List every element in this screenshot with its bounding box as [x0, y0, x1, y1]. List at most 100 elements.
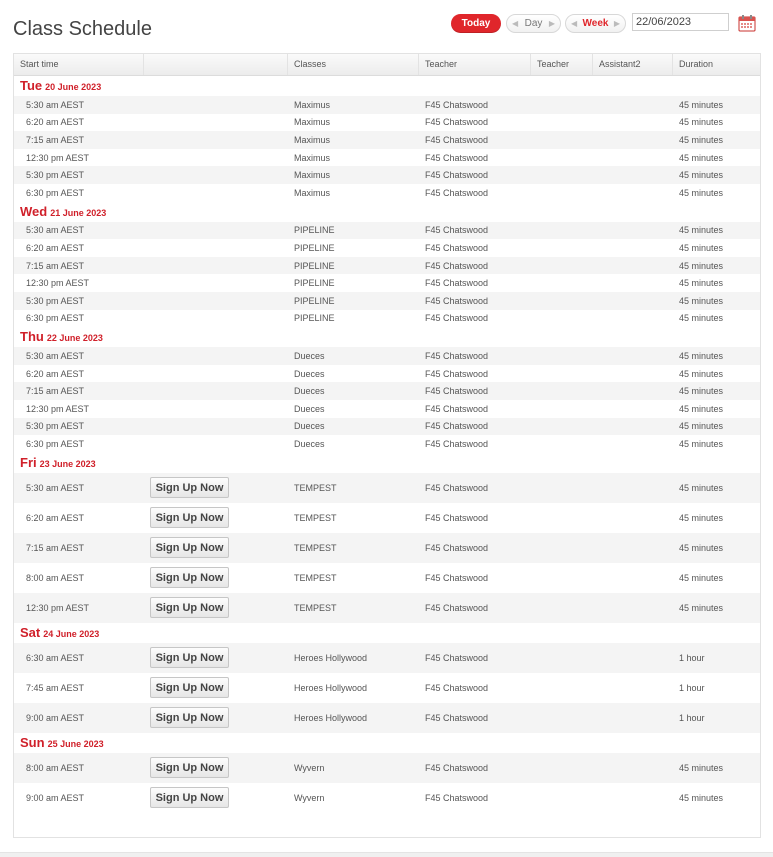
class-name: Heroes Hollywood: [294, 682, 368, 693]
class-name: TEMPEST: [294, 572, 337, 583]
teacher-name: F45 Chatswood: [425, 792, 489, 803]
table-row: 6:30 pm AEST Maximus F45 Chatswood 45 minut…: [14, 184, 760, 202]
duration: 45 minutes: [679, 278, 724, 289]
table-row: 7:15 am AEST PIPELINE F45 Chatswood 45 minu…: [14, 256, 760, 275]
signup-cell: Sign Up Now: [150, 703, 229, 733]
table-row: 8:00 am AEST Sign Up Now Wyvern F45 Chatswo…: [14, 752, 760, 783]
table-row: 7:15 am AEST Sign Up Now TEMPEST F45 Chatsw…: [14, 532, 760, 563]
duration: 45 minutes: [679, 134, 724, 145]
day-view-label: Day: [524, 18, 543, 29]
class-name: PIPELINE: [294, 260, 335, 271]
class-name: Maximus: [294, 99, 331, 110]
sign-up-button[interactable]: Sign Up Now: [150, 507, 229, 529]
table-row: 12:30 pm AEST Maximus F45 Chatswood 45 minu…: [14, 149, 760, 167]
class-name: PIPELINE: [294, 295, 335, 306]
day-heading: Sun 25 June 2023: [14, 733, 760, 753]
chevron-right-icon: ▶: [613, 19, 620, 28]
duration: 45 minutes: [679, 512, 724, 523]
calendar-icon[interactable]: [738, 14, 756, 32]
start-time: 12:30 pm AEST: [26, 278, 90, 289]
day-heading: Wed 21 June 2023: [14, 202, 760, 222]
today-button[interactable]: Today: [451, 14, 501, 33]
start-time: 8:00 am AEST: [26, 762, 85, 773]
table-header: Start time Classes Teacher Teacher Assis…: [14, 54, 760, 76]
week-view-toggle[interactable]: ◀ Week ▶: [565, 14, 626, 33]
day-view-toggle[interactable]: ◀ Day ▶: [506, 14, 561, 33]
teacher-name: F45 Chatswood: [425, 152, 489, 163]
teacher-name: F45 Chatswood: [425, 386, 489, 397]
teacher-name: F45 Chatswood: [425, 602, 489, 613]
sign-up-button[interactable]: Sign Up Now: [150, 677, 229, 699]
sign-up-button[interactable]: Sign Up Now: [150, 707, 229, 729]
page-footer-divider: [0, 852, 773, 857]
table-row: 12:30 pm AEST PIPELINE F45 Chatswood 45 min…: [14, 274, 760, 292]
sign-up-button[interactable]: Sign Up Now: [150, 647, 229, 669]
table-row: 5:30 pm AEST Maximus F45 Chatswood 45 minut…: [14, 166, 760, 184]
start-time: 6:20 am AEST: [26, 117, 85, 128]
column-action: [144, 54, 288, 75]
teacher-name: F45 Chatswood: [425, 134, 489, 145]
class-name: Wyvern: [294, 762, 325, 773]
table-row: 6:20 am AEST Maximus F45 Chatswood 45 minut…: [14, 114, 760, 132]
class-name: PIPELINE: [294, 242, 335, 253]
table-row: 6:30 pm AEST PIPELINE F45 Chatswood 45 minu…: [14, 310, 760, 328]
teacher-name: F45 Chatswood: [425, 313, 489, 324]
day-name: Thu: [20, 329, 44, 345]
column-duration: Duration: [679, 59, 714, 69]
class-name: Dueces: [294, 386, 325, 397]
class-name: Maximus: [294, 170, 331, 181]
teacher-name: F45 Chatswood: [425, 438, 489, 449]
teacher-name: F45 Chatswood: [425, 572, 489, 583]
table-row: 9:00 am AEST Sign Up Now Wyvern F45 Chatswo…: [14, 783, 760, 813]
table-row: 5:30 am AEST Sign Up Now TEMPEST F45 Chatsw…: [14, 472, 760, 503]
schedule-table: Start time Classes Teacher Teacher Assis…: [13, 53, 761, 838]
duration: 1 hour: [679, 682, 705, 693]
start-time: 7:15 am AEST: [26, 134, 85, 145]
duration: 45 minutes: [679, 368, 724, 379]
class-name: PIPELINE: [294, 313, 335, 324]
class-name: Heroes Hollywood: [294, 712, 368, 723]
table-row: 5:30 am AEST Dueces F45 Chatswood 45 minute…: [14, 347, 760, 365]
teacher-name: F45 Chatswood: [425, 652, 489, 663]
day-heading: Sat 24 June 2023: [14, 623, 760, 643]
start-time: 5:30 am AEST: [26, 482, 85, 493]
sign-up-button[interactable]: Sign Up Now: [150, 787, 229, 809]
duration: 45 minutes: [679, 313, 724, 324]
teacher-name: F45 Chatswood: [425, 512, 489, 523]
duration: 45 minutes: [679, 602, 724, 613]
duration: 1 hour: [679, 712, 705, 723]
day-name: Sat: [20, 624, 41, 640]
column-start-time: Start time: [14, 54, 144, 75]
sign-up-button[interactable]: Sign Up Now: [150, 597, 229, 619]
teacher-name: F45 Chatswood: [425, 712, 489, 723]
signup-cell: Sign Up Now: [150, 673, 229, 703]
sign-up-button[interactable]: Sign Up Now: [150, 567, 229, 589]
table-row: 5:30 am AEST PIPELINE F45 Chatswood 45 minu…: [14, 221, 760, 240]
class-name: PIPELINE: [294, 225, 335, 236]
signup-cell: Sign Up Now: [150, 593, 229, 623]
date-field[interactable]: [632, 13, 729, 31]
class-name: Dueces: [294, 368, 325, 379]
sign-up-button[interactable]: Sign Up Now: [150, 757, 229, 779]
start-time: 7:15 am AEST: [26, 386, 85, 397]
day-heading: Tue 20 June 2023: [14, 76, 760, 96]
sign-up-button[interactable]: Sign Up Now: [150, 477, 229, 499]
day-heading: Thu 22 June 2023: [14, 327, 760, 347]
teacher-name: F45 Chatswood: [425, 295, 489, 306]
chevron-right-icon: ▶: [548, 19, 555, 28]
table-row: 6:20 am AEST PIPELINE F45 Chatswood 45 minu…: [14, 239, 760, 257]
start-time: 12:30 pm AEST: [26, 152, 90, 163]
page-title: Class Schedule: [13, 18, 152, 40]
signup-cell: Sign Up Now: [150, 753, 229, 783]
class-name: Wyvern: [294, 792, 325, 803]
duration: 45 minutes: [679, 403, 724, 414]
start-time: 5:30 am AEST: [26, 99, 85, 110]
class-name: Dueces: [294, 350, 325, 361]
duration: 45 minutes: [679, 187, 724, 198]
table-row: 5:30 pm AEST PIPELINE F45 Chatswood 45 minu…: [14, 291, 760, 310]
teacher-name: F45 Chatswood: [425, 260, 489, 271]
duration: 45 minutes: [679, 117, 724, 128]
duration: 45 minutes: [679, 792, 724, 803]
sign-up-button[interactable]: Sign Up Now: [150, 537, 229, 559]
start-time: 9:00 am AEST: [26, 792, 85, 803]
